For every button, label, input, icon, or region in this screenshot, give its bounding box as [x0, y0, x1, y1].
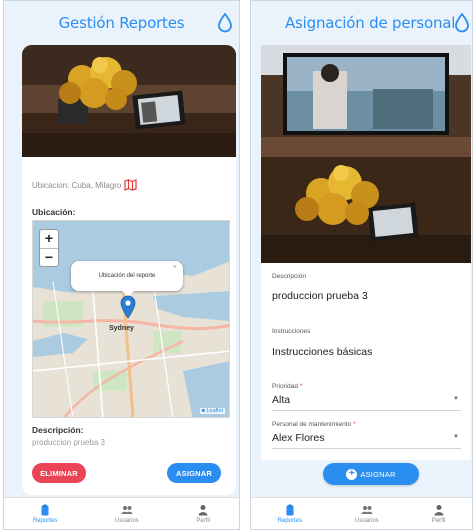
staff-label: Personal de mantenimiento *	[272, 421, 355, 428]
staff-label-text: Personal de mantenimiento	[272, 421, 352, 428]
nav-label-reportes: Reportes	[32, 517, 58, 524]
nav-label-usuarios: Usuarios	[114, 517, 139, 524]
instructions-label: Instrucciones	[272, 328, 311, 335]
location-map[interactable]: Sydney + − Ubicación del reporte × ■ Lea…	[32, 220, 230, 418]
description-label: Descripción	[272, 273, 306, 280]
bottom-navigation: Reportes Usuarios Perfil	[251, 497, 472, 529]
app-bar: Gestión Reportes	[4, 1, 239, 45]
page-title: Asignación de personal	[285, 14, 456, 32]
map-icon[interactable]	[124, 179, 137, 191]
clipboard-icon	[41, 504, 49, 515]
location-text: Ubicacion: Cuba, Milagro	[32, 180, 122, 190]
nav-item-reportes[interactable]: Reportes	[33, 504, 57, 524]
page-title: Gestión Reportes	[58, 14, 185, 32]
chevron-down-icon[interactable]: ▼	[453, 396, 459, 402]
map-popup: Ubicación del reporte ×	[71, 261, 183, 291]
nav-label-perfil: Perfil	[196, 517, 211, 524]
priority-label: Prioridad *	[272, 383, 302, 390]
map-zoom-control: + −	[39, 229, 59, 267]
staff-assignment-screen: Asignación de personal Descripción produ…	[250, 0, 473, 530]
map-popup-text: Ubicación del reporte	[98, 273, 156, 279]
description-value[interactable]: produccion prueba 3	[272, 290, 368, 302]
report-photo	[22, 45, 236, 157]
nav-item-usuarios[interactable]: Usuarios	[355, 504, 379, 524]
map-tiles	[33, 221, 229, 417]
report-management-screen: Gestión Reportes Ubicacion: Cuba, Milagr…	[3, 0, 240, 530]
users-icon	[121, 505, 133, 514]
instructions-value[interactable]: Instrucciones básicas	[272, 346, 372, 358]
priority-label-text: Prioridad	[272, 383, 299, 390]
description-label: Descripción:	[32, 425, 84, 435]
map-marker-icon[interactable]	[120, 295, 136, 319]
app-bar: Asignación de personal	[251, 1, 472, 45]
nav-item-reportes[interactable]: Reportes	[278, 504, 302, 524]
required-mark: *	[299, 383, 303, 390]
priority-select[interactable]: Alta	[272, 394, 290, 406]
nav-label-usuarios: Usuarios	[355, 517, 379, 524]
person-icon	[198, 504, 208, 515]
description-value: produccion prueba 3	[32, 438, 105, 447]
priority-underline	[272, 410, 461, 411]
screenshot-stage: Gestión Reportes Ubicacion: Cuba, Milagr…	[0, 0, 476, 530]
chevron-down-icon[interactable]: ▼	[453, 434, 459, 440]
map-attribution[interactable]: ■ Leaflet	[199, 408, 225, 414]
person-icon	[434, 504, 444, 515]
zoom-in-button[interactable]: +	[40, 230, 58, 248]
assign-staff-button[interactable]: + ASIGNAR	[323, 463, 419, 485]
plus-icon: +	[346, 468, 358, 480]
clipboard-icon	[286, 504, 294, 515]
location-label: Ubicación:	[32, 207, 76, 217]
nav-item-perfil[interactable]: Perfil	[196, 504, 210, 524]
bottom-navigation: Reportes Usuarios Perfil	[4, 497, 239, 529]
assign-button[interactable]: ASIGNAR	[167, 463, 221, 483]
water-drop-icon[interactable]	[454, 13, 470, 33]
zoom-out-button[interactable]: −	[40, 248, 58, 266]
nav-item-usuarios[interactable]: Usuarios	[115, 504, 139, 524]
location-line: Ubicacion: Cuba, Milagro	[32, 179, 137, 191]
nav-label-reportes: Reportes	[277, 517, 302, 524]
staff-underline	[272, 448, 461, 449]
report-photo	[261, 45, 471, 263]
required-mark: *	[352, 421, 356, 428]
popup-close-icon[interactable]: ×	[173, 264, 177, 271]
assign-button-label: ASIGNAR	[360, 469, 396, 479]
delete-button[interactable]: ELIMINAR	[32, 463, 86, 483]
water-drop-icon[interactable]	[217, 13, 233, 33]
nav-label-perfil: Perfil	[431, 517, 446, 524]
report-card: Ubicacion: Cuba, Milagro Ubicación: Sydn…	[22, 45, 236, 495]
assignment-form: Descripción produccion prueba 3 Instrucc…	[261, 45, 471, 460]
nav-item-perfil[interactable]: Perfil	[431, 504, 446, 524]
staff-select[interactable]: Alex Flores	[272, 432, 325, 444]
users-icon	[361, 505, 373, 514]
map-city-label: Sydney	[109, 325, 134, 332]
